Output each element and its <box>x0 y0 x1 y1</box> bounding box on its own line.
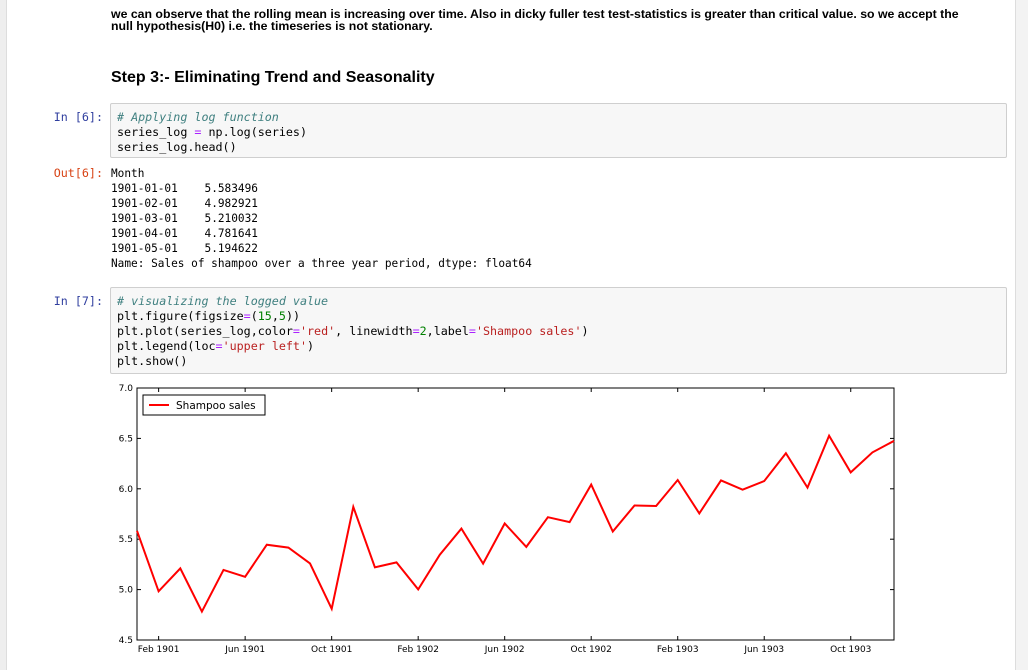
line-chart: 7.0 6.5 6.0 5.5 5.0 4.5 Feb 1901 Jun 1901 Oct 19… <box>119 384 895 655</box>
output-value: 5.583496 <box>204 182 258 195</box>
x-tick-label: Oct 1903 <box>830 645 871 655</box>
y-tick-label: 5.5 <box>119 535 133 545</box>
code-line: plt.show() <box>117 354 1006 369</box>
observation-line-2: null hypothesis(H0) i.e. the timeseries … <box>111 18 433 33</box>
section-heading: Step 3:- Eliminating Trend and Seasonali… <box>111 69 435 86</box>
code-string: 'red' <box>299 324 336 338</box>
code-token: plt.legend(loc <box>117 339 216 353</box>
x-tick-label: Jun 1901 <box>224 645 265 655</box>
output-row: 1901-04-01 4.781641 <box>111 226 991 241</box>
notebook-container: we can observe that the rolling mean is … <box>6 0 1016 670</box>
code-token: ( <box>250 309 258 323</box>
code-token: plt.figure(figsize <box>117 309 244 323</box>
plot-output: 7.0 6.5 6.0 5.5 5.0 4.5 Feb 1901 Jun 1901 Oct 19… <box>111 380 911 660</box>
legend-label: Shampoo sales <box>176 400 256 412</box>
x-tick-label: Feb 1903 <box>657 645 699 655</box>
output-value: 4.982921 <box>204 197 258 210</box>
output-date: 1901-01-01 <box>111 182 178 195</box>
output-row: 1901-01-01 5.583496 <box>111 181 991 196</box>
code-line: # visualizing the logged value <box>117 294 1006 309</box>
code-number: 5 <box>278 309 286 323</box>
output-date: 1901-03-01 <box>111 212 178 225</box>
code-operator: = <box>292 324 300 338</box>
out-prompt-6: Out[6]: <box>53 166 103 180</box>
code-operator: = <box>243 309 251 323</box>
code-line: series_log.head() <box>117 140 1006 155</box>
output-row: 1901-05-01 5.194622 <box>111 241 991 256</box>
output-footer: Name: Sales of shampoo over a three year… <box>111 257 532 270</box>
code-token: ) <box>581 324 589 338</box>
code-token: np.log(series) <box>201 125 308 139</box>
y-tick-label: 6.0 <box>119 485 134 495</box>
code-number: 2 <box>419 324 427 338</box>
x-tick-label: Oct 1901 <box>311 645 352 655</box>
y-tick-label: 5.0 <box>119 586 134 596</box>
x-tick-label: Jun 1903 <box>743 645 784 655</box>
code-number: 15 <box>257 309 272 323</box>
code-line: plt.legend(loc='upper left') <box>117 339 1006 354</box>
code-cell-6[interactable]: # Applying log function series_log = np.… <box>110 103 1007 158</box>
code-string: 'upper left' <box>222 339 308 353</box>
markdown-observation: we can observe that the rolling mean is … <box>111 8 991 33</box>
output-value: 5.194622 <box>204 242 258 255</box>
x-tick-label: Jun 1902 <box>484 645 525 655</box>
code-comment: # Applying log function <box>117 110 279 124</box>
code-token: ) <box>307 339 315 353</box>
output-date: 1901-02-01 <box>111 197 178 210</box>
output-value: 4.781641 <box>204 227 258 240</box>
code-line: series_log = np.log(series) <box>117 125 1006 140</box>
output-header: Month <box>111 167 145 180</box>
code-token: , <box>271 309 279 323</box>
code-line: plt.plot(series_log,color='red', linewid… <box>117 324 1006 339</box>
code-operator: = <box>215 339 223 353</box>
y-tick-label: 4.5 <box>119 636 133 646</box>
output-cell-6: Month 1901-01-01 5.583496 1901-02-01 4.9… <box>111 166 991 271</box>
code-token: series_log.head() <box>117 140 237 154</box>
code-operator: = <box>468 324 476 338</box>
vertical-scrollbar[interactable] <box>1016 0 1028 670</box>
output-value: 5.210032 <box>204 212 258 225</box>
y-tick-label: 7.0 <box>119 384 134 394</box>
code-token: ,label <box>426 324 469 338</box>
code-token: )) <box>285 309 301 323</box>
code-token: , linewidth <box>335 324 413 338</box>
output-date: 1901-05-01 <box>111 242 178 255</box>
code-cell-7[interactable]: # visualizing the logged value plt.figur… <box>110 287 1007 374</box>
output-date: 1901-04-01 <box>111 227 178 240</box>
jupyter-page: we can observe that the rolling mean is … <box>0 0 1028 670</box>
code-string: 'Shampoo sales' <box>475 324 582 338</box>
x-tick-label: Feb 1901 <box>138 645 180 655</box>
output-row: 1901-03-01 5.210032 <box>111 211 991 226</box>
x-tick-label: Oct 1902 <box>571 645 612 655</box>
in-prompt-7: In [7]: <box>53 294 103 308</box>
x-tick-label: Feb 1902 <box>397 645 439 655</box>
code-operator: = <box>412 324 420 338</box>
in-prompt-6: In [6]: <box>53 110 103 124</box>
code-line: # Applying log function <box>117 110 1006 125</box>
code-token: series_log <box>117 125 195 139</box>
output-row: 1901-02-01 4.982921 <box>111 196 991 211</box>
code-line: plt.figure(figsize=(15,5)) <box>117 309 1006 324</box>
code-comment: # visualizing the logged value <box>117 294 329 308</box>
code-token: plt.show() <box>117 354 188 368</box>
code-token: plt.plot(series_log,color <box>117 324 293 338</box>
y-tick-label: 6.5 <box>119 434 133 444</box>
plot-frame <box>136 387 895 641</box>
